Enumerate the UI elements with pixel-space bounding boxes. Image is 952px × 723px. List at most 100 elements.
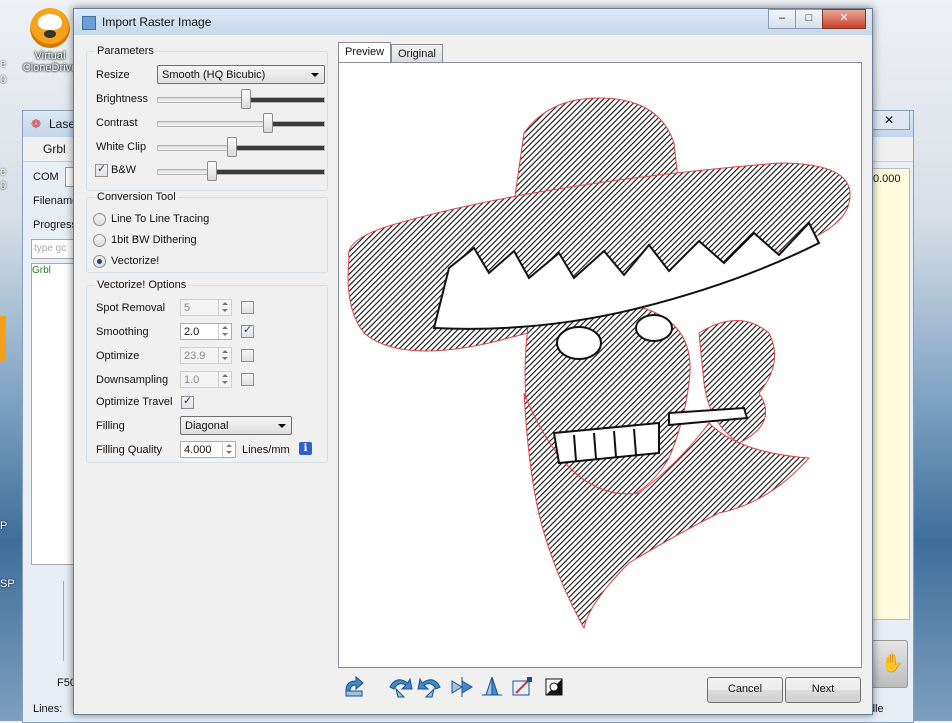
background-close-button[interactable]: ✕: [868, 110, 910, 130]
filename-label: Filename: [33, 195, 79, 207]
vectorize-label: Vectorize!: [111, 255, 160, 267]
rotate-left-icon: [389, 677, 413, 698]
spot-removal-value: 5: [184, 302, 191, 314]
bw-label: B&W: [111, 164, 137, 176]
chevron-down-icon: [278, 424, 286, 428]
rotate-right-icon: [417, 677, 441, 698]
invert-button[interactable]: [540, 673, 568, 701]
whiteclip-thumb[interactable]: [227, 137, 237, 157]
whiteclip-slider[interactable]: [157, 145, 325, 151]
desktop-edge-text: 0: [0, 180, 7, 192]
sheep-icon: [30, 8, 70, 48]
flip-vertical-button[interactable]: [478, 673, 506, 701]
downsampling-input[interactable]: 1.0: [180, 371, 232, 388]
whiteclip-label: White Clip: [96, 141, 147, 153]
radio-line-to-line[interactable]: [93, 213, 106, 226]
menu-grbl[interactable]: Grbl: [43, 142, 66, 156]
contrast-thumb[interactable]: [263, 113, 273, 133]
spot-removal-input[interactable]: 5: [180, 299, 232, 316]
lines-label: Lines:: [33, 703, 63, 715]
optimize-checkbox[interactable]: [241, 349, 254, 362]
desktop-icon-label-2: CloneDrive: [22, 62, 78, 74]
optimize-travel-checkbox[interactable]: [181, 394, 194, 409]
filling-quality-value: 4.000: [184, 444, 212, 456]
rotate-ccw-button[interactable]: [340, 673, 368, 701]
smoothing-label: Smoothing: [96, 326, 149, 338]
background-window-title: Lase: [49, 117, 76, 131]
desktop-edge-text: e: [0, 166, 7, 178]
speed-slider[interactable]: [63, 581, 72, 661]
contrast-label: Contrast: [96, 117, 138, 129]
conversion-title: Conversion Tool: [95, 191, 178, 203]
command-input[interactable]: type gc: [31, 239, 79, 259]
desktop-edge-text: 0: [0, 74, 7, 86]
smoothing-input[interactable]: 2.0: [180, 323, 232, 340]
desktop-icon-virtual-clonedrive[interactable]: Virtual CloneDrive: [22, 8, 78, 74]
flip-vertical-icon: [482, 676, 502, 696]
line-to-line-label: Line To Line Tracing: [111, 213, 210, 225]
tab-original[interactable]: Original: [391, 44, 443, 63]
crop-button[interactable]: [508, 673, 536, 701]
tab-preview[interactable]: Preview: [338, 42, 392, 63]
rotate-right-button[interactable]: [416, 673, 444, 701]
flip-horizontal-button[interactable]: [448, 673, 476, 701]
info-icon[interactable]: i: [299, 442, 312, 455]
desktop-edge-text: e: [0, 58, 7, 70]
rotate-left-button[interactable]: [386, 673, 414, 701]
import-raster-dialog: Import Raster Image – □ ✕ Parameters Res…: [73, 8, 873, 715]
background-right-pane: 0.000: [870, 168, 910, 620]
cancel-button[interactable]: Cancel: [707, 677, 783, 703]
smoothing-value: 2.0: [184, 326, 200, 338]
invert-icon: [545, 678, 563, 696]
hand-icon: ✋: [881, 653, 904, 673]
smoothing-checkbox[interactable]: [241, 323, 254, 338]
spot-removal-checkbox[interactable]: [241, 301, 254, 314]
vectorize-options-group: Vectorize! Options Spot Removal 5 Smooth…: [86, 279, 328, 463]
desktop-icon-fragment: [0, 316, 6, 362]
minimize-button[interactable]: –: [768, 9, 796, 29]
app-icon: [82, 16, 96, 30]
conversion-tool-group: Conversion Tool Line To Line Tracing 1bi…: [86, 191, 328, 273]
chevron-down-icon: [311, 73, 319, 77]
bw-slider[interactable]: [157, 169, 325, 175]
desktop-edge-text: P: [0, 520, 8, 532]
hand-button[interactable]: ✋: [870, 640, 908, 688]
radio-vectorize[interactable]: [93, 255, 106, 268]
parameters-group: Parameters Resize Smooth (HQ Bicubic) Br…: [86, 45, 328, 191]
optimize-input[interactable]: 23.9: [180, 347, 232, 364]
maple-leaf-icon: ❁: [31, 117, 42, 131]
next-button[interactable]: Next: [785, 677, 861, 703]
spot-removal-label: Spot Removal: [96, 302, 166, 314]
optimize-label: Optimize: [96, 350, 140, 362]
brightness-label: Brightness: [96, 93, 148, 105]
filling-value: Diagonal: [185, 420, 229, 432]
brightness-thumb[interactable]: [241, 89, 251, 109]
log-list: Grbl: [31, 263, 77, 565]
crop-icon: [512, 677, 532, 696]
resize-combo[interactable]: Smooth (HQ Bicubic): [157, 65, 325, 84]
com-label: COM: [33, 171, 59, 183]
bw-checkbox[interactable]: [95, 162, 108, 177]
filling-quality-label: Filling Quality: [96, 444, 163, 456]
desktop-icon-label: Virtual: [34, 50, 66, 62]
preview-pane: [338, 62, 862, 668]
dialog-title: Import Raster Image: [102, 15, 212, 29]
close-button[interactable]: ✕: [822, 9, 866, 29]
filling-quality-unit: Lines/mm: [242, 444, 290, 456]
dithering-label: 1bit BW Dithering: [111, 234, 197, 246]
log-entry: Grbl: [32, 265, 51, 276]
filling-label: Filling: [96, 420, 125, 432]
flip-horizontal-icon: [451, 677, 473, 697]
contrast-slider[interactable]: [157, 121, 325, 127]
optimize-travel-label: Optimize Travel: [96, 396, 173, 408]
bw-thumb[interactable]: [207, 161, 217, 181]
dialog-titlebar: Import Raster Image – □ ✕: [74, 9, 872, 35]
resize-label: Resize: [96, 69, 130, 81]
right-pane-value: 0.000: [873, 173, 901, 185]
maximize-button[interactable]: □: [795, 9, 823, 29]
downsampling-checkbox[interactable]: [241, 373, 254, 386]
radio-1bit-dithering[interactable]: [93, 234, 106, 247]
filling-quality-input[interactable]: 4.000: [180, 441, 236, 458]
rotate-ccw-icon: [345, 675, 364, 697]
filling-combo[interactable]: Diagonal: [180, 416, 292, 435]
